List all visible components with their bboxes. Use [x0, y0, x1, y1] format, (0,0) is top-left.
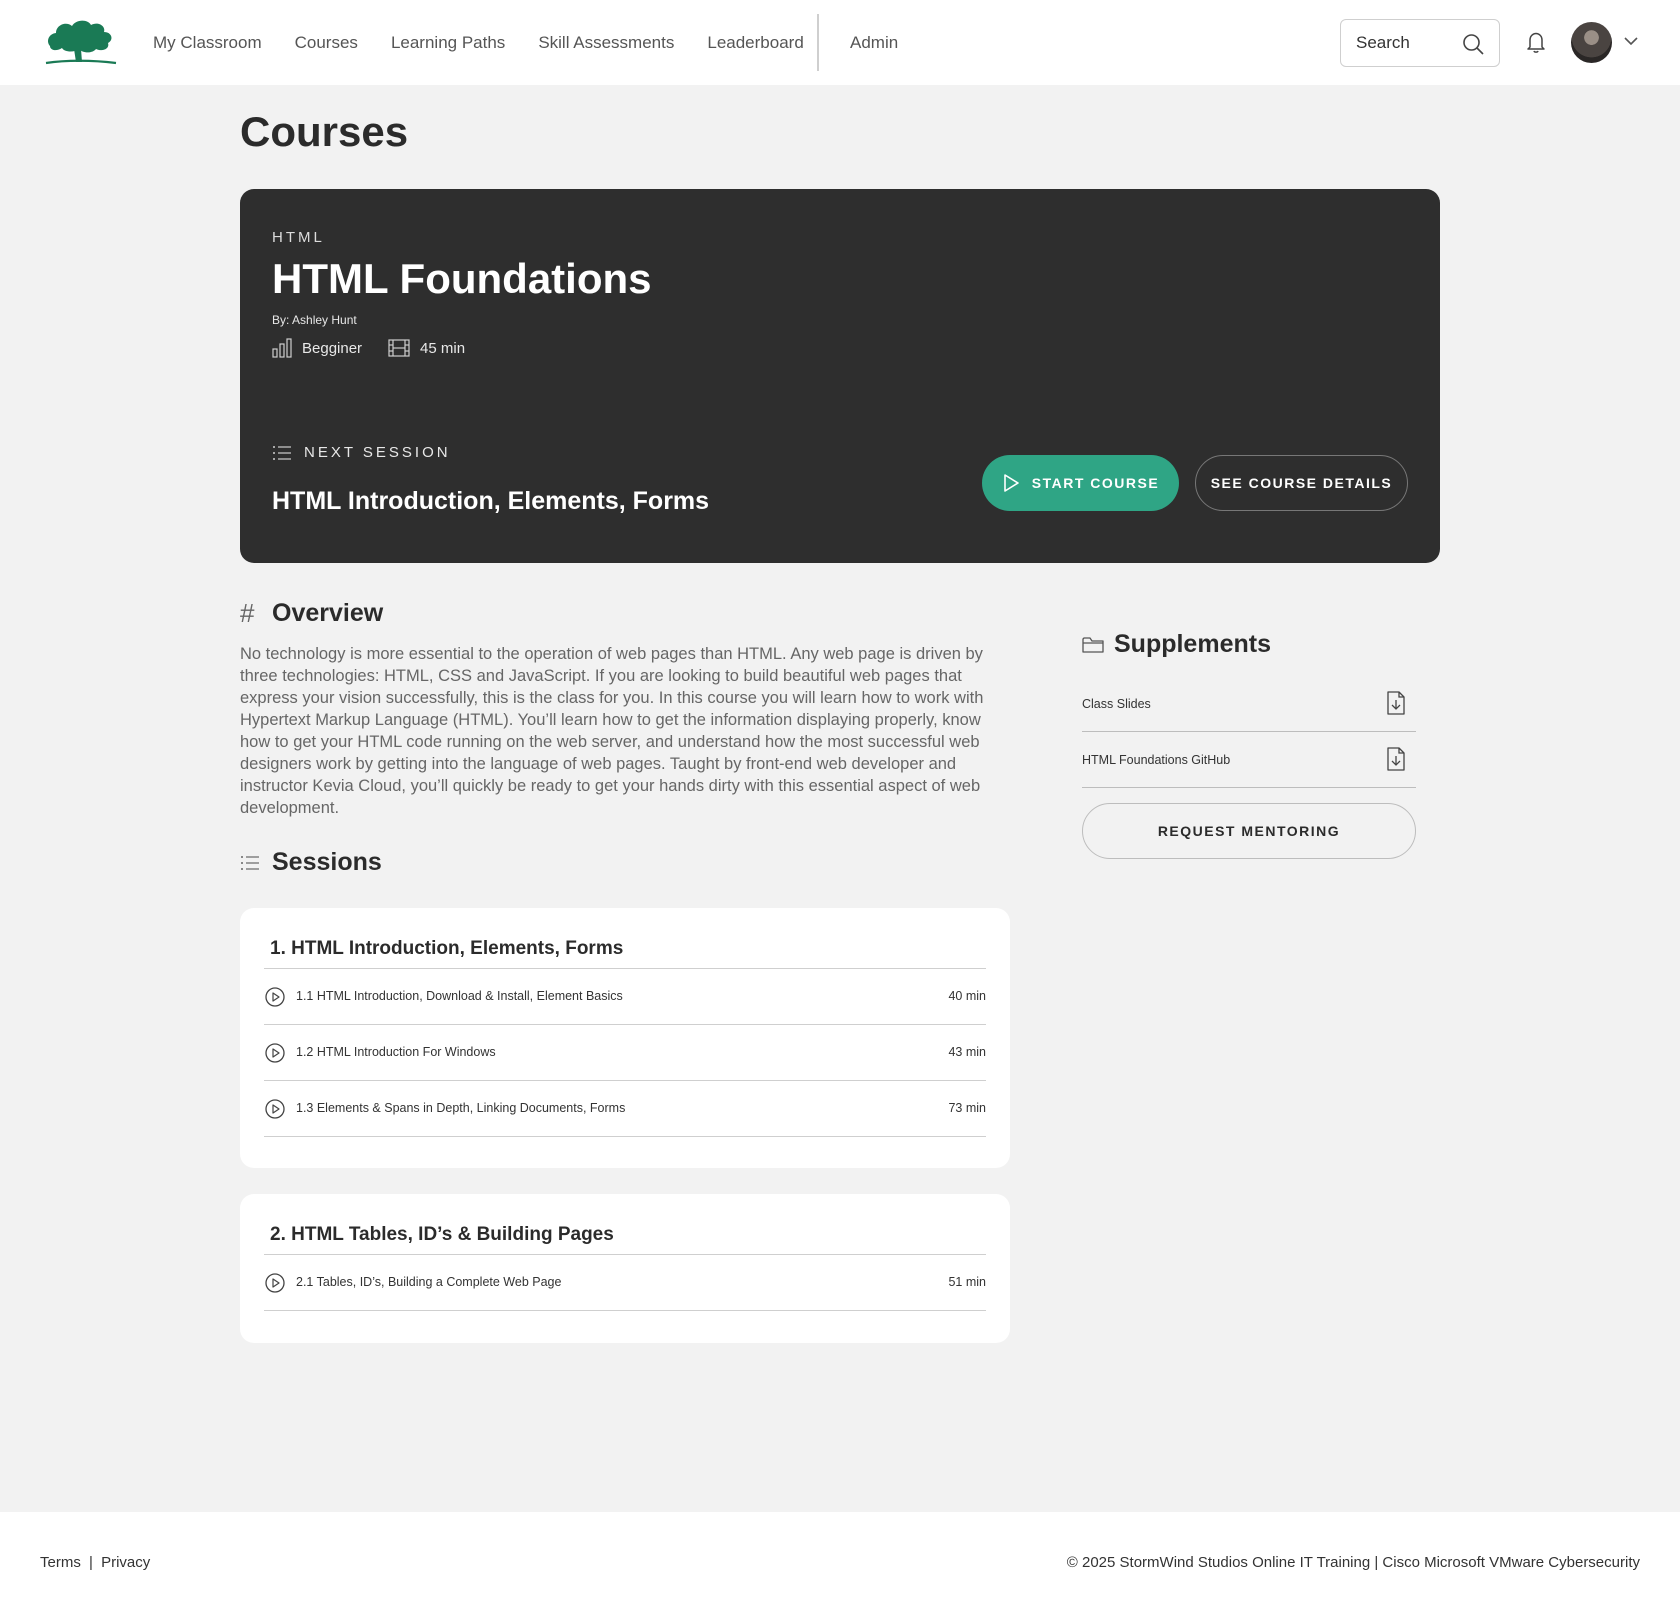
folder-icon [1082, 636, 1104, 654]
nav-leaderboard[interactable]: Leaderboard [707, 33, 803, 53]
search-input[interactable] [1356, 33, 1456, 53]
lesson-duration: 43 min [948, 1045, 986, 1059]
footer-separator: | [89, 1554, 93, 1571]
hash-icon: # [240, 598, 255, 628]
divider [1082, 787, 1416, 788]
course-title: HTML Foundations [272, 255, 652, 302]
nav-admin[interactable]: Admin [850, 0, 898, 85]
top-navigation-bar: My Classroom Courses Learning Paths Skil… [0, 0, 1680, 85]
request-mentoring-button[interactable]: REQUEST MENTORING [1082, 803, 1416, 859]
search-box[interactable] [1340, 19, 1500, 67]
terms-link[interactable]: Terms [40, 1554, 81, 1571]
chevron-down-icon[interactable] [1622, 34, 1640, 48]
next-session-label: NEXT SESSION [272, 444, 451, 461]
nav-skill-assessments[interactable]: Skill Assessments [538, 33, 674, 53]
nav-my-classroom[interactable]: My Classroom [153, 33, 262, 53]
search-icon[interactable] [1461, 32, 1485, 56]
footer-copyright: © 2025 StormWind Studios Online IT Train… [1066, 1554, 1640, 1571]
next-session-title: HTML Introduction, Elements, Forms [272, 487, 710, 515]
featured-course-card: HTML HTML Foundations By: Ashley Hunt Be… [240, 189, 1440, 563]
supplement-item[interactable]: HTML Foundations GitHub [1082, 732, 1416, 788]
course-level: Begginer [272, 338, 362, 358]
lesson-row[interactable]: 2.1 Tables, ID’s, Building a Complete We… [264, 1255, 986, 1311]
supplement-name: Class Slides [1082, 697, 1151, 711]
see-course-details-button[interactable]: SEE COURSE DETAILS [1195, 455, 1408, 511]
session-title: 1. HTML Introduction, Elements, Forms [270, 938, 624, 959]
footer-links: Terms | Privacy [40, 1554, 150, 1571]
play-circle-icon [265, 1099, 285, 1119]
level-bars-icon [272, 338, 292, 358]
nav-courses[interactable]: Courses [295, 33, 358, 53]
lesson-row[interactable]: 1.3 Elements & Spans in Depth, Linking D… [264, 1081, 986, 1137]
footer: Terms | Privacy © 2025 StormWind Studios… [0, 1512, 1680, 1612]
start-course-button[interactable]: START COURSE [982, 455, 1179, 511]
user-avatar[interactable] [1571, 22, 1612, 63]
play-icon [1003, 474, 1019, 492]
bell-icon[interactable] [1525, 30, 1547, 54]
course-duration-label: 45 min [420, 339, 466, 357]
privacy-link[interactable]: Privacy [101, 1554, 150, 1571]
course-category: HTML [272, 229, 325, 246]
supplement-name: HTML Foundations GitHub [1082, 753, 1231, 767]
course-meta: Begginer 45 min [272, 338, 491, 358]
overview-heading: # Overview [240, 598, 384, 628]
lesson-duration: 73 min [948, 1101, 986, 1115]
film-icon [388, 339, 410, 357]
lesson-duration: 51 min [948, 1275, 986, 1289]
file-download-icon[interactable] [1386, 691, 1406, 715]
list-icon [273, 445, 291, 460]
supplement-item[interactable]: Class Slides [1082, 676, 1416, 732]
stormwind-logo-icon[interactable] [44, 16, 118, 66]
main-nav: My Classroom Courses Learning Paths Skil… [153, 0, 837, 85]
session-card: 2. HTML Tables, ID’s & Building Pages 2.… [240, 1194, 1010, 1343]
lesson-name: 2.1 Tables, ID’s, Building a Complete We… [296, 1275, 562, 1289]
lesson-row[interactable]: 1.2 HTML Introduction For Windows 43 min [264, 1025, 986, 1081]
file-download-icon[interactable] [1386, 747, 1406, 771]
sessions-heading: Sessions [240, 848, 382, 877]
course-author: By: Ashley Hunt [272, 313, 357, 327]
nav-divider [817, 14, 819, 71]
divider [264, 1136, 986, 1137]
lesson-name: 1.1 HTML Introduction, Download & Instal… [296, 989, 623, 1003]
supplements-heading: Supplements [1082, 630, 1271, 659]
play-circle-icon [265, 987, 285, 1007]
nav-learning-paths[interactable]: Learning Paths [391, 33, 505, 53]
session-card: 1. HTML Introduction, Elements, Forms 1.… [240, 908, 1010, 1168]
play-circle-icon [265, 1043, 285, 1063]
divider [264, 1310, 986, 1311]
lesson-name: 1.2 HTML Introduction For Windows [296, 1045, 496, 1059]
page-title: Courses [240, 108, 409, 155]
list-icon [240, 855, 262, 871]
session-title: 2. HTML Tables, ID’s & Building Pages [270, 1224, 614, 1245]
lesson-duration: 40 min [948, 989, 986, 1003]
course-level-label: Begginer [302, 339, 363, 357]
lesson-row[interactable]: 1.1 HTML Introduction, Download & Instal… [264, 969, 986, 1025]
play-circle-icon [265, 1273, 285, 1293]
lesson-name: 1.3 Elements & Spans in Depth, Linking D… [296, 1101, 626, 1115]
course-duration: 45 min [388, 339, 465, 357]
overview-text: No technology is more essential to the o… [240, 645, 984, 817]
